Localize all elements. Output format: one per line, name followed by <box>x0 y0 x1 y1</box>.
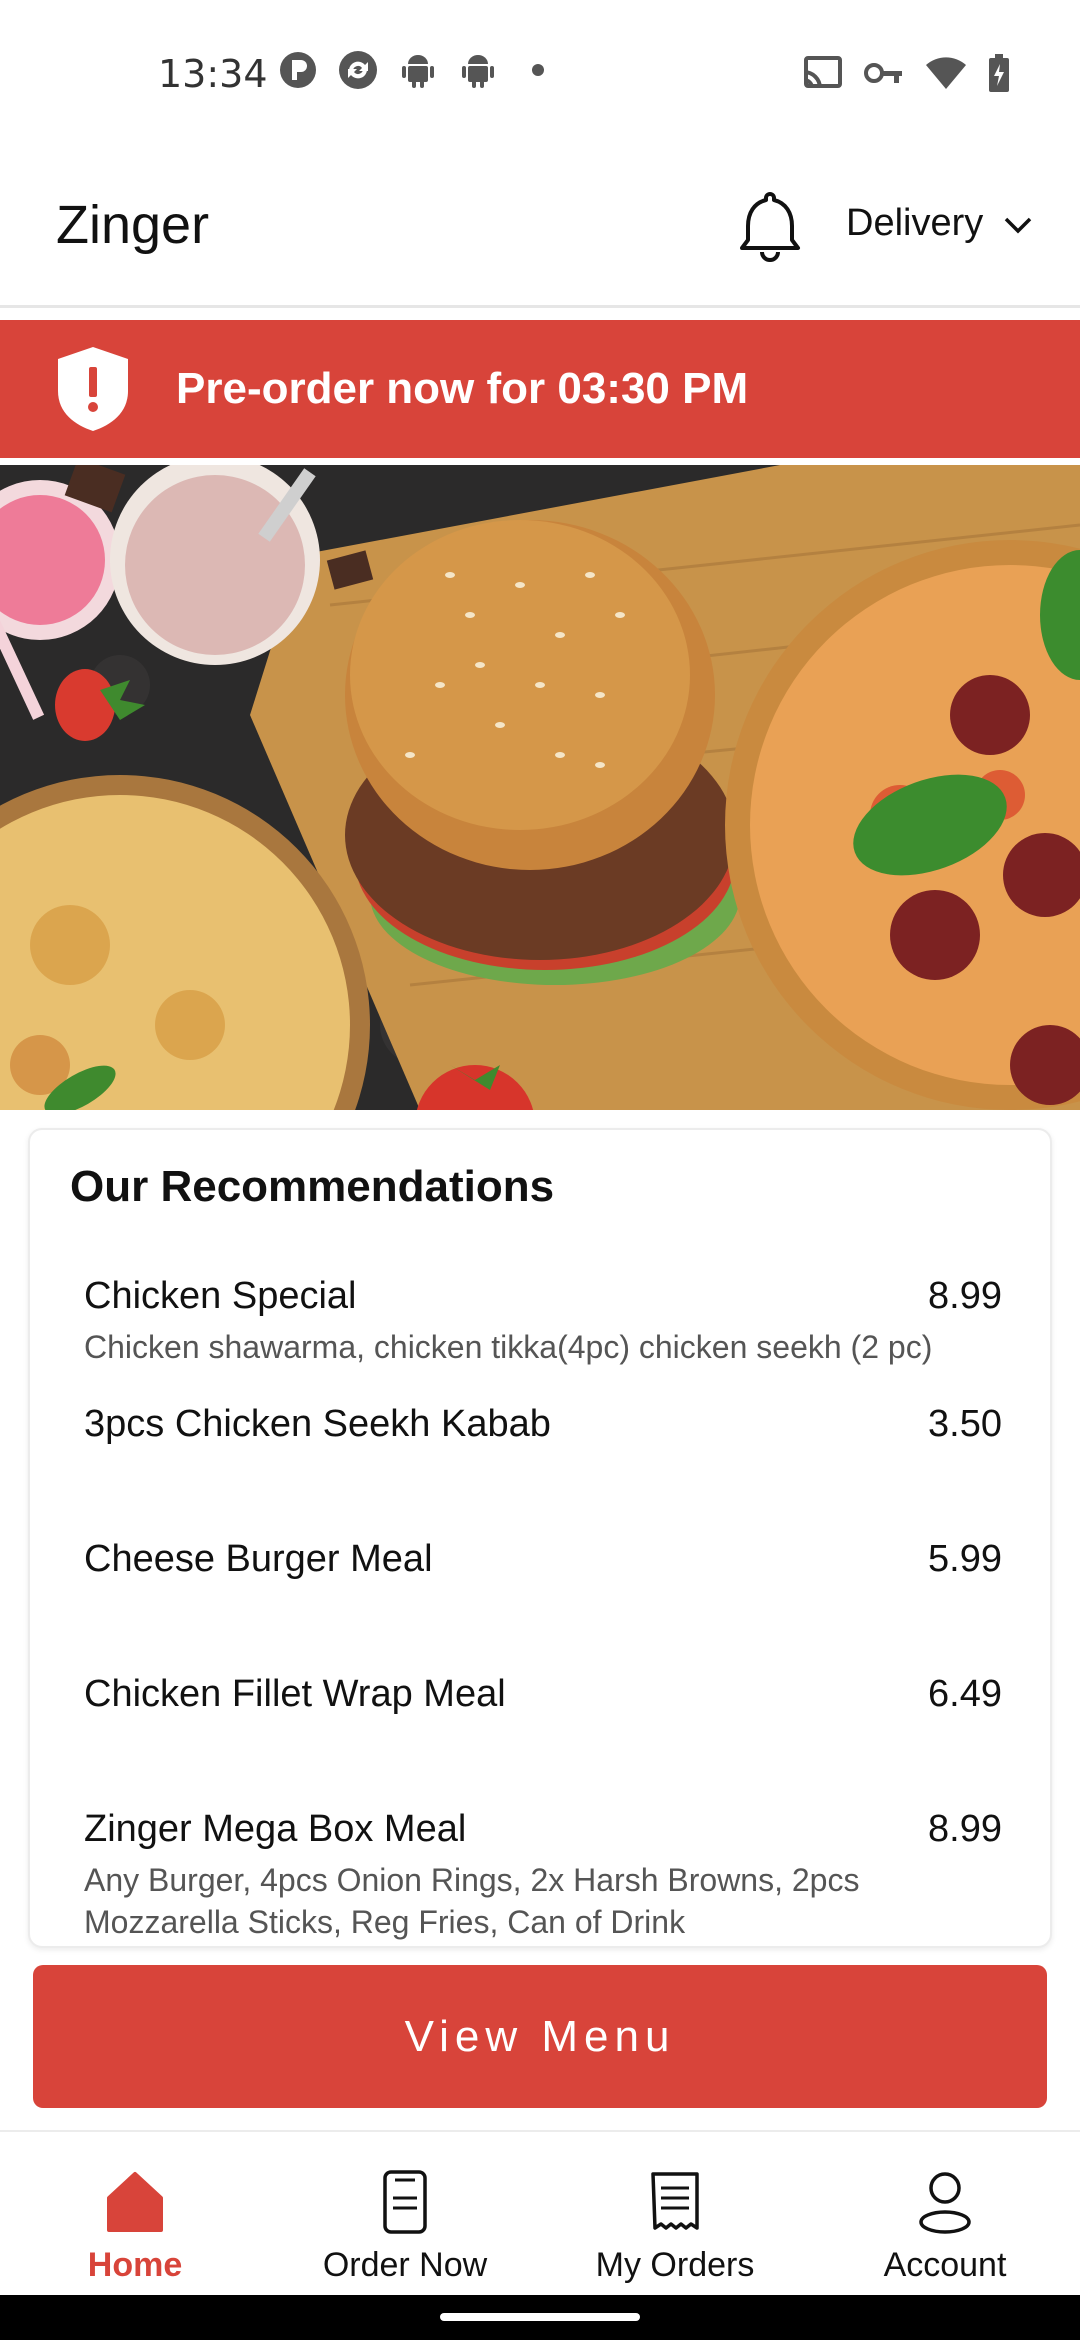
recommendation-item[interactable]: Chicken Fillet Wrap Meal 6.49 <box>84 1673 1002 1716</box>
battery-charging-icon <box>988 54 1010 97</box>
android-icon <box>398 50 438 90</box>
recommendations-card: Our Recommendations Chicken Special 8.99… <box>28 1128 1052 1948</box>
status-right-icons <box>802 54 1010 97</box>
bottom-nav: Home Order Now My Orders Account <box>0 2130 1080 2295</box>
item-price: 6.49 <box>928 1673 1002 1715</box>
status-bar: 13:34 <box>0 0 1080 150</box>
gesture-handle[interactable] <box>440 2313 640 2321</box>
item-price: 8.99 <box>928 1808 1002 1850</box>
p-app-icon <box>278 50 318 90</box>
user-icon <box>915 2170 975 2234</box>
recommendation-item[interactable]: Zinger Mega Box Meal 8.99 Any Burger, 4p… <box>84 1808 1002 1943</box>
item-price: 8.99 <box>928 1275 1002 1317</box>
item-name: 3pcs Chicken Seekh Kabab <box>84 1403 551 1445</box>
vpn-key-icon <box>864 61 904 90</box>
app-header: Zinger Delivery <box>0 150 1080 308</box>
wifi-icon <box>926 57 966 94</box>
item-description: Chicken shawarma, chicken tikka(4pc) chi… <box>84 1329 933 1365</box>
order-phone-icon <box>375 2170 435 2234</box>
cast-icon <box>802 56 842 95</box>
app-title: Zinger <box>56 195 210 255</box>
nav-account[interactable]: Account <box>810 2132 1080 2295</box>
gesture-bar <box>0 2295 1080 2340</box>
recommendation-item[interactable]: Chicken Special 8.99 Chicken shawarma, c… <box>84 1275 1002 1368</box>
chevron-down-icon <box>1003 202 1033 245</box>
hero-food-image <box>0 465 1080 1110</box>
nav-account-label: Account <box>883 2246 1007 2284</box>
bell-icon[interactable] <box>738 188 802 264</box>
view-menu-button[interactable]: View Menu <box>33 1965 1047 2108</box>
delivery-mode-label: Delivery <box>846 202 984 244</box>
nav-my-orders[interactable]: My Orders <box>540 2132 810 2295</box>
item-price: 5.99 <box>928 1538 1002 1580</box>
nav-home[interactable]: Home <box>0 2132 270 2295</box>
banner-text: Pre-order now for 03:30 PM <box>176 364 749 413</box>
nav-my-orders-label: My Orders <box>595 2246 755 2284</box>
dot-icon <box>518 50 558 90</box>
item-name: Zinger Mega Box Meal <box>84 1808 467 1850</box>
item-description: Any Burger, 4pcs Onion Rings, 2x Harsh B… <box>84 1862 860 1940</box>
delivery-mode-selector[interactable]: Delivery <box>846 202 1033 245</box>
item-name: Cheese Burger Meal <box>84 1538 433 1580</box>
recommendations-title: Our Recommendations <box>70 1162 555 1211</box>
item-name: Chicken Special <box>84 1275 357 1317</box>
shield-alert-icon <box>56 345 130 433</box>
status-time: 13:34 <box>158 52 268 96</box>
nav-home-label: Home <box>87 2246 183 2284</box>
item-name: Chicken Fillet Wrap Meal <box>84 1673 506 1715</box>
nav-order-now-label: Order Now <box>322 2246 488 2284</box>
home-icon <box>105 2170 165 2234</box>
status-left-icons <box>278 50 558 90</box>
recommendation-item[interactable]: Cheese Burger Meal 5.99 <box>84 1538 1002 1581</box>
nav-order-now[interactable]: Order Now <box>270 2132 540 2295</box>
receipt-icon <box>645 2170 705 2234</box>
preorder-banner[interactable]: Pre-order now for 03:30 PM <box>0 320 1080 458</box>
sync-app-icon <box>338 50 378 90</box>
item-price: 3.50 <box>928 1403 1002 1445</box>
recommendation-item[interactable]: 3pcs Chicken Seekh Kabab 3.50 <box>84 1403 1002 1446</box>
android-icon <box>458 50 498 90</box>
